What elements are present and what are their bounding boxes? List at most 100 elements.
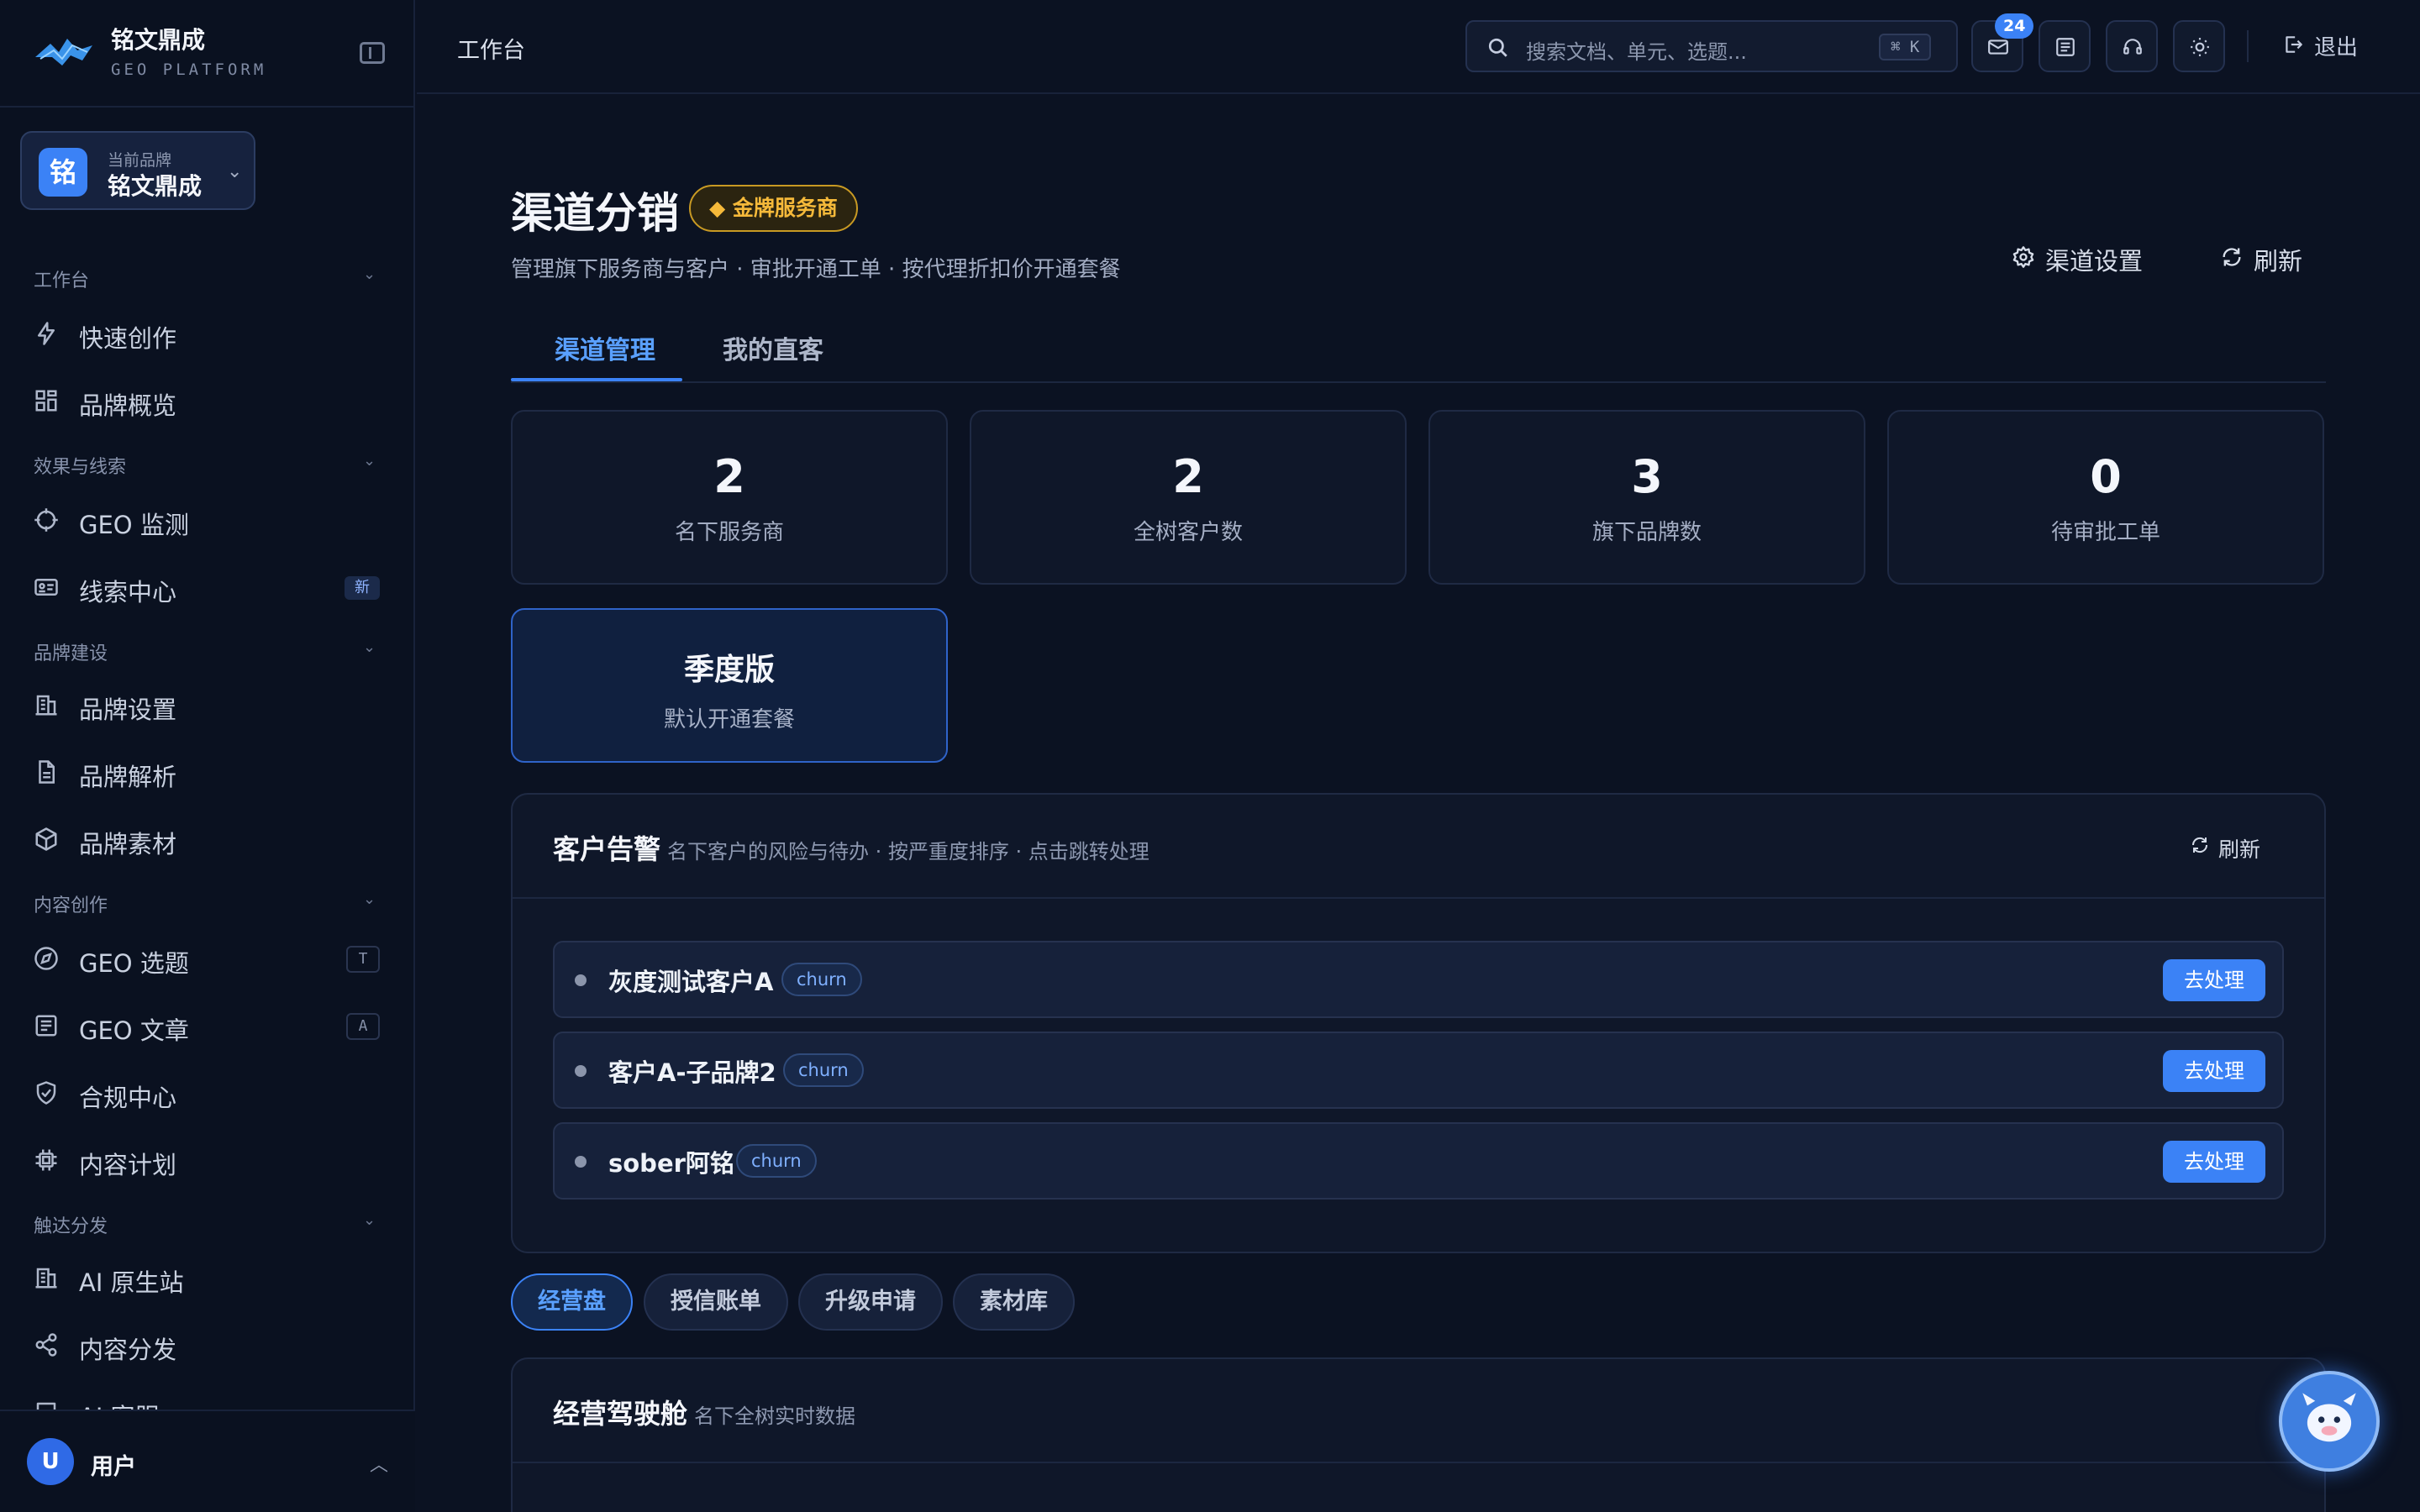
status-dot	[575, 974, 587, 986]
stat-value: 0	[2090, 450, 2122, 503]
chevron-down-icon[interactable]: ⌄	[363, 452, 376, 470]
breadcrumb[interactable]: 工作台	[457, 32, 525, 65]
default-package-card[interactable]: 季度版 默认开通套餐	[511, 608, 948, 763]
notification-count-badge: 24	[1995, 13, 2034, 39]
support-button[interactable]	[2106, 20, 2158, 72]
shield-icon	[36, 1081, 56, 1105]
tier-badge: ◆ 金牌服务商	[689, 185, 858, 232]
brand-header: 铭文鼎成 GEO PLATFORM	[0, 0, 415, 108]
sidebar-item-label: GEO 文章	[79, 1016, 189, 1045]
customer-name: 灰度测试客户A	[608, 968, 774, 996]
user-menu[interactable]: U 用户 ︿	[0, 1410, 415, 1512]
sidebar-item-brand-analysis[interactable]: 品牌解析	[0, 743, 415, 801]
sidebar-item-geo-topics[interactable]: GEO 选题 T	[0, 929, 415, 988]
stat-value: 2	[713, 450, 745, 503]
sidebar-item-brand-settings[interactable]: 品牌设置	[0, 675, 415, 734]
customer-alerts-card: 客户告警 名下客户的风险与待办 · 按严重度排序 · 点击跳转处理 刷新 灰度测…	[511, 793, 2326, 1253]
status-dot	[575, 1065, 587, 1077]
search-input[interactable]: 搜索文档、单元、选题... ⌘ K	[1465, 20, 1958, 72]
refresh-button[interactable]: 刷新	[2220, 242, 2302, 277]
sidebar-item-compliance-center[interactable]: 合规中心	[0, 1063, 415, 1122]
nav-group-brand-building[interactable]: 品牌建设	[34, 638, 108, 665]
chevron-down-icon[interactable]: ⌄	[363, 1211, 376, 1229]
stat-label: 旗下品牌数	[1591, 520, 1702, 545]
sidebar-item-content-distribution[interactable]: 内容分发	[0, 1315, 415, 1374]
docs-button[interactable]	[2039, 20, 2091, 72]
avatar: U	[27, 1438, 74, 1485]
status-badge: churn	[781, 963, 862, 996]
chevron-down-icon[interactable]: ⌄	[363, 265, 376, 283]
share-icon	[35, 1333, 57, 1357]
page-description: 管理旗下服务商与客户 · 审批开通工单 · 按代理折扣价开通套餐	[511, 257, 1121, 282]
assistant-bot-button[interactable]	[2279, 1371, 2380, 1472]
alerts-refresh-label: 刷新	[2218, 837, 2261, 862]
collapse-sidebar-icon[interactable]	[360, 42, 385, 64]
gear-icon	[2012, 246, 2034, 268]
nav-group-distribution[interactable]: 触达分发	[34, 1211, 108, 1238]
sidebar-item-label: 快速创作	[79, 324, 177, 353]
sidebar-item-content-plan[interactable]: 内容计划	[0, 1131, 415, 1189]
stat-card-pending-tickets: 0 待审批工单	[1887, 410, 2324, 585]
list-item[interactable]: 客户A-子品牌2 churn 去处理	[553, 1032, 2284, 1109]
customer-name: 客户A-子品牌2	[608, 1058, 776, 1087]
subtab-operations[interactable]: 经营盘	[511, 1273, 633, 1331]
brand-logo-icon	[35, 39, 92, 66]
channel-settings-label: 渠道设置	[2045, 247, 2144, 276]
list-item[interactable]: 灰度测试客户A churn 去处理	[553, 941, 2284, 1018]
brand-switcher[interactable]: 铭 当前品牌 铭文鼎成 ⌄	[20, 131, 255, 210]
list-icon	[2056, 38, 2075, 56]
sidebar: 铭文鼎成 GEO PLATFORM 铭 当前品牌 铭文鼎成 ⌄ 工作台 ⌄ 快速…	[0, 0, 415, 1512]
channel-settings-button[interactable]: 渠道设置	[2012, 242, 2143, 277]
list-item[interactable]: sober阿铭 churn 去处理	[553, 1122, 2284, 1200]
sidebar-item-brand-overview[interactable]: 品牌概览	[0, 371, 415, 430]
chevron-down-icon[interactable]: ⌄	[363, 890, 376, 908]
status-badge: churn	[783, 1053, 864, 1087]
chevron-down-icon[interactable]: ⌄	[363, 638, 376, 656]
search-placeholder: 搜索文档、单元、选题...	[1526, 40, 1747, 64]
app-subtitle: GEO PLATFORM	[111, 60, 267, 79]
stat-card-total-customers: 2 全树客户数	[970, 410, 1407, 585]
sidebar-item-geo-monitor[interactable]: GEO 监测	[0, 491, 415, 549]
divider	[2247, 30, 2249, 62]
sidebar-item-quick-create[interactable]: 快速创作	[0, 304, 415, 363]
sidebar-item-label: 合规中心	[79, 1084, 177, 1112]
nav-group-workbench[interactable]: 工作台	[34, 265, 89, 292]
user-name: 用户	[91, 1454, 136, 1480]
chevron-down-icon: ⌄	[227, 161, 243, 182]
chevron-up-icon: ︿	[370, 1455, 389, 1476]
subtab-upgrade-requests[interactable]: 升级申请	[798, 1273, 943, 1331]
document-icon	[39, 760, 55, 784]
crosshair-icon	[34, 508, 58, 532]
sidebar-item-lead-center[interactable]: 线索中心 新	[0, 558, 415, 617]
headset-icon	[2123, 39, 2142, 55]
page-tabs: 渠道管理 我的直客	[511, 312, 2326, 383]
refresh-icon	[2223, 248, 2241, 266]
lightning-icon	[38, 322, 55, 345]
nav-group-content-creation[interactable]: 内容创作	[34, 890, 108, 917]
handle-button[interactable]: 去处理	[2163, 1050, 2265, 1092]
sidebar-item-brand-assets[interactable]: 品牌素材	[0, 810, 415, 869]
stat-card-brands: 3 旗下品牌数	[1428, 410, 1865, 585]
logout-button[interactable]: 退出	[2286, 30, 2358, 61]
tab-direct-customers[interactable]: 我的直客	[723, 329, 823, 366]
subtab-asset-library[interactable]: 素材库	[953, 1273, 1075, 1331]
customer-alerts-description: 名下客户的风险与待办 · 按严重度排序 · 点击跳转处理	[667, 840, 1150, 864]
handle-button[interactable]: 去处理	[2163, 959, 2265, 1001]
subtab-credit-bills[interactable]: 授信账单	[644, 1273, 788, 1331]
sidebar-item-ai-native-site[interactable]: AI 原生站	[0, 1248, 415, 1307]
building-icon	[35, 1268, 57, 1289]
handle-button[interactable]: 去处理	[2163, 1141, 2265, 1183]
shortcut-key: T	[346, 946, 380, 973]
app-name: 铭文鼎成	[111, 26, 206, 54]
main-content: 渠道分销 ◆ 金牌服务商 管理旗下服务商与客户 · 审批开通工单 · 按代理折扣…	[417, 96, 2420, 1512]
refresh-icon	[2191, 837, 2208, 853]
sidebar-item-label: 品牌概览	[79, 391, 177, 420]
tab-channel-management[interactable]: 渠道管理	[555, 329, 655, 366]
status-badge: churn	[736, 1144, 817, 1178]
nav-group-effects-leads[interactable]: 效果与线索	[34, 452, 126, 479]
stat-value: 2	[1172, 450, 1204, 503]
theme-toggle-button[interactable]	[2173, 20, 2225, 72]
alerts-refresh-button[interactable]: 刷新	[2190, 833, 2260, 864]
sidebar-item-geo-articles[interactable]: GEO 文章 A	[0, 996, 415, 1055]
sidebar-item-label: 内容分发	[79, 1336, 177, 1364]
